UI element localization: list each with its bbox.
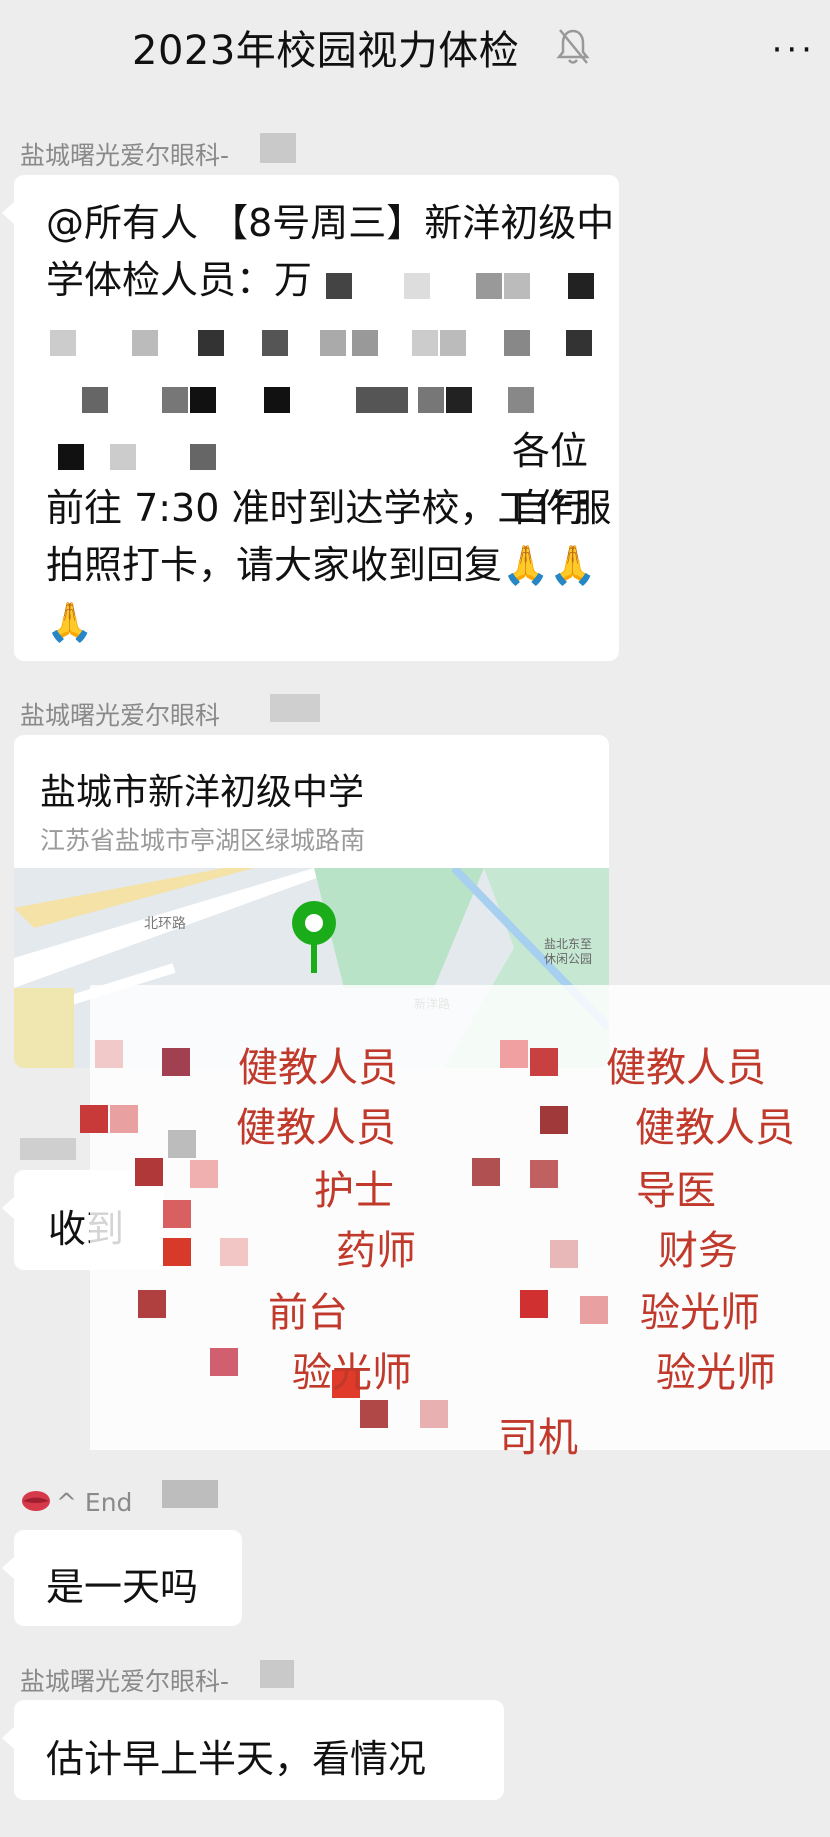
sender-name: 盐城曙光爱尔眼科- — [20, 141, 230, 170]
roster-role: 验光师 — [640, 1290, 760, 1336]
message-bubble[interactable]: @所有人 【8号周三】新洋初级中 学体检人员：万 各位自行 前往 7:30 准时… — [2, 175, 619, 661]
roster-role: 验光师 — [656, 1350, 776, 1396]
message-line: @所有人 【8号周三】新洋初级中 — [46, 201, 615, 245]
roster-role: 护士 — [314, 1168, 394, 1214]
roster-role: 前台 — [268, 1290, 348, 1336]
blurred-name — [270, 694, 320, 722]
roster-role: 健教人员 — [606, 1045, 766, 1091]
message-line: 拍照打卡，请大家收到回复🙏🙏 — [46, 543, 597, 587]
sender-name: 盐城曙光爱尔眼科 — [20, 701, 221, 730]
svg-text:休闲公园: 休闲公园 — [544, 952, 592, 966]
chat-header: 2023年校园视力体检 ··· — [0, 0, 830, 100]
message-bubble[interactable]: 是一天吗 — [2, 1530, 242, 1626]
message-line: 🙏 — [46, 600, 94, 644]
roster-role: 健教人员 — [635, 1105, 795, 1151]
location-title: 盐城市新洋初级中学 — [40, 772, 365, 813]
location-address: 江苏省盐城市亭湖区绿城路南 — [40, 826, 366, 855]
roster-role: 药师 — [336, 1228, 416, 1274]
map-label: 北环路 — [144, 916, 186, 932]
roster-role: 导医 — [636, 1168, 716, 1214]
roster-role: 健教人员 — [236, 1105, 396, 1151]
message-line: 前往 7:30 准时到达学校，工作服 — [46, 486, 612, 530]
message-bubble[interactable]: 估计早上半天，看情况 — [2, 1700, 504, 1800]
chat-title[interactable]: 2023年校园视力体检 — [132, 18, 519, 76]
more-options-button[interactable]: ··· — [772, 30, 816, 70]
svg-text:盐北东至: 盐北东至 — [544, 937, 592, 951]
lips-emoji-icon — [22, 1491, 50, 1511]
roster-role: 司机 — [498, 1415, 578, 1461]
bell-slash-icon — [556, 29, 590, 64]
roster-role: 验光师 — [292, 1350, 412, 1396]
blurred-name — [260, 133, 296, 163]
roster-role: 健教人员 — [238, 1045, 398, 1091]
sender-name: ^ End — [56, 1488, 133, 1517]
blurred-name — [260, 1660, 294, 1688]
sender-name: 盐城曙光爱尔眼科- — [20, 1667, 230, 1696]
message-text: 是一天吗 — [46, 1565, 199, 1609]
roster-role: 财务 — [658, 1228, 738, 1274]
message-line: 学体检人员：万 — [46, 258, 313, 302]
message-text: 估计早上半天，看情况 — [46, 1737, 427, 1781]
blurred-name — [162, 1480, 218, 1508]
